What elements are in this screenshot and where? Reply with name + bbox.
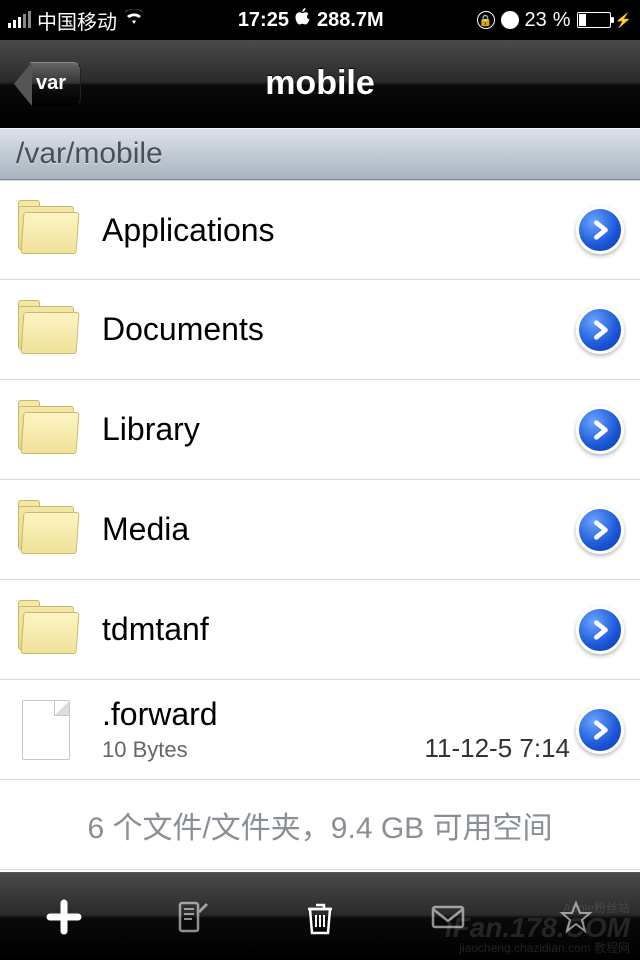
disclosure-button[interactable] [576, 706, 624, 754]
bottom-toolbar [0, 872, 640, 960]
disclosure-button[interactable] [576, 506, 624, 554]
list-item[interactable]: Documents [0, 280, 640, 380]
battery-percent: 23 [525, 9, 547, 32]
item-name: tdmtanf [102, 611, 576, 648]
wifi-icon [123, 8, 145, 32]
summary-text: 6 个文件/文件夹，9.4 GB 可用空间 [87, 803, 552, 847]
status-bar: 中国移动 17:25 288.7M 🔒 23% ⚡ [0, 0, 640, 40]
list-item[interactable]: .forward 10 Bytes 11-12-5 7:14 [0, 680, 640, 780]
folder-icon [18, 502, 82, 558]
back-button-label: var [30, 62, 81, 106]
alarm-icon [501, 11, 519, 29]
charging-icon: ⚡ [615, 12, 632, 29]
list-item[interactable]: Applications [0, 180, 640, 280]
page-title: mobile [0, 64, 640, 103]
clock-time: 17:25 [238, 9, 289, 32]
rotation-lock-icon: 🔒 [477, 11, 495, 29]
file-list: Applications Documents Library Media tdm… [0, 180, 640, 880]
apple-icon [295, 8, 311, 32]
item-name: Documents [102, 311, 576, 348]
navigation-bar: var mobile [0, 40, 640, 128]
disclosure-button[interactable] [576, 606, 624, 654]
back-button[interactable]: var [14, 62, 81, 106]
disclosure-button[interactable] [576, 206, 624, 254]
folder-icon [18, 402, 82, 458]
summary-row: 6 个文件/文件夹，9.4 GB 可用空间 [0, 780, 640, 870]
list-item[interactable]: Library [0, 380, 640, 480]
folder-icon [18, 602, 82, 658]
folder-icon [18, 302, 82, 358]
item-size: 10 Bytes [102, 737, 188, 763]
carrier-label: 中国移动 [37, 6, 117, 35]
memory-label: 288.7M [317, 9, 384, 32]
bookmark-button[interactable] [550, 891, 602, 943]
list-item[interactable]: tdmtanf [0, 580, 640, 680]
item-date: 11-12-5 7:14 [424, 733, 570, 764]
path-bar: /var/mobile [0, 128, 640, 180]
item-name: Applications [102, 212, 576, 249]
battery-icon [577, 12, 611, 28]
item-name: .forward [102, 696, 576, 733]
edit-button[interactable] [166, 891, 218, 943]
folder-icon [18, 202, 82, 258]
list-item[interactable]: Media [0, 480, 640, 580]
trash-button[interactable] [294, 891, 346, 943]
file-icon [22, 700, 70, 760]
disclosure-button[interactable] [576, 406, 624, 454]
item-name: Media [102, 511, 576, 548]
signal-icon [8, 12, 31, 28]
add-button[interactable] [38, 891, 90, 943]
current-path: /var/mobile [16, 137, 163, 171]
mail-button[interactable] [422, 891, 474, 943]
item-name: Library [102, 411, 576, 448]
disclosure-button[interactable] [576, 306, 624, 354]
